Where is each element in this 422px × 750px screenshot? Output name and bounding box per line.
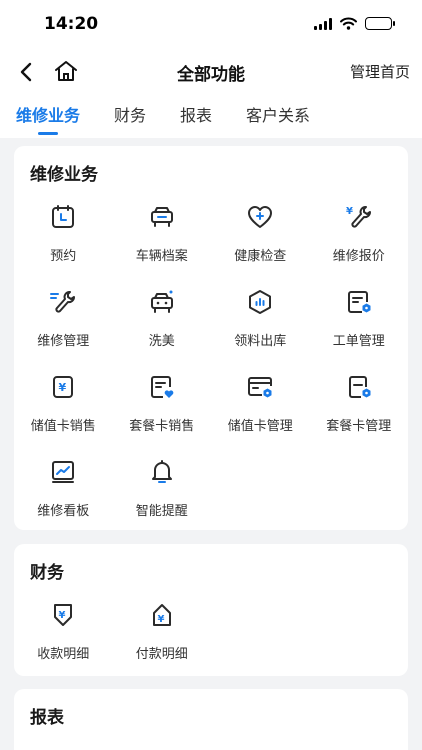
- item-car-wash[interactable]: 洗美: [113, 283, 212, 354]
- top-header: 14:20 全部功能 管理首页 维修业务 财务 报表 客户关系: [0, 0, 422, 138]
- item-payment-details[interactable]: ¥ 付款明细: [113, 596, 212, 667]
- item-label: 付款明细: [135, 647, 188, 662]
- item-label: 工单管理: [332, 334, 385, 349]
- svg-text:¥: ¥: [59, 381, 67, 394]
- item-label: 健康检查: [234, 249, 287, 264]
- section-title: 报表: [30, 708, 64, 728]
- item-stored-value-card-sales[interactable]: ¥ 储值卡销售: [14, 368, 113, 439]
- manage-home-link[interactable]: 管理首页: [350, 61, 410, 82]
- status-time: 14:20: [44, 14, 99, 34]
- battery-icon: [365, 17, 395, 30]
- item-repair-dashboard[interactable]: 维修看板: [14, 453, 113, 524]
- hexagon-chart-icon: [245, 287, 275, 317]
- section-title: 维修业务: [30, 165, 98, 185]
- item-stored-value-card-management[interactable]: 储值卡管理: [211, 368, 310, 439]
- wrench-lines-icon: [48, 287, 78, 317]
- finance-grid: ¥ 收款明细 ¥ 付款明细: [14, 596, 408, 667]
- item-label: 套餐卡管理: [326, 419, 392, 434]
- receive-yen-icon: ¥: [48, 600, 78, 630]
- item-label: 维修管理: [37, 334, 90, 349]
- calendar-icon: [48, 202, 78, 232]
- doc-hexagon-icon: [344, 287, 374, 317]
- item-label: 预约: [50, 249, 77, 264]
- item-label: 储值卡管理: [227, 419, 293, 434]
- item-receipt-details[interactable]: ¥ 收款明细: [14, 596, 113, 667]
- navbar: 全部功能 管理首页: [0, 50, 422, 94]
- repair-grid: 预约 车辆档案 健康检查 ¥ 维修报价 维修管理 洗美 领料出库 工单管理 ¥ …: [14, 198, 408, 524]
- section-title: 财务: [30, 563, 64, 583]
- item-label: 领料出库: [234, 334, 287, 349]
- tab-finance[interactable]: 财务: [114, 94, 146, 138]
- item-work-order-management[interactable]: 工单管理: [310, 283, 409, 354]
- heart-plus-icon: [245, 202, 275, 232]
- wrench-yen-icon: ¥: [344, 202, 374, 232]
- item-package-card-sales[interactable]: 套餐卡销售: [113, 368, 212, 439]
- car-icon: [147, 202, 177, 232]
- item-repair-quote[interactable]: ¥ 维修报价: [310, 198, 409, 269]
- finance-section: 财务 ¥ 收款明细 ¥ 付款明细: [14, 544, 408, 676]
- car-sparkle-icon: [147, 287, 177, 317]
- item-label: 智能提醒: [135, 504, 188, 519]
- tab-bar: 维修业务 财务 报表 客户关系: [0, 94, 422, 138]
- item-smart-reminder[interactable]: 智能提醒: [113, 453, 212, 524]
- dashboard-chart-icon: [48, 457, 78, 487]
- item-label: 维修报价: [332, 249, 385, 264]
- pay-yen-icon: ¥: [147, 600, 177, 630]
- tab-report[interactable]: 报表: [180, 94, 212, 138]
- bell-icon: [147, 457, 177, 487]
- item-label: 储值卡销售: [30, 419, 96, 434]
- item-label: 收款明细: [37, 647, 90, 662]
- wifi-icon: [340, 17, 357, 30]
- status-icons: [314, 17, 395, 30]
- signal-icon: [314, 17, 332, 30]
- tab-customer-relations[interactable]: 客户关系: [246, 94, 310, 138]
- item-appointment[interactable]: 预约: [14, 198, 113, 269]
- report-section: 报表: [14, 689, 408, 750]
- svg-text:¥: ¥: [157, 614, 164, 625]
- item-material-issue[interactable]: 领料出库: [211, 283, 310, 354]
- svg-text:¥: ¥: [59, 610, 66, 621]
- item-label: 洗美: [148, 334, 175, 349]
- yen-card-icon: ¥: [48, 372, 78, 402]
- repair-section: 维修业务 预约 车辆档案 健康检查 ¥ 维修报价 维修管理 洗美 领料出库 工单…: [14, 146, 408, 530]
- item-package-card-management[interactable]: 套餐卡管理: [310, 368, 409, 439]
- status-bar: 14:20: [0, 0, 422, 50]
- doc-heart-icon: [147, 372, 177, 402]
- item-label: 套餐卡销售: [129, 419, 195, 434]
- package-card-hexagon-icon: [344, 372, 374, 402]
- item-repair-management[interactable]: 维修管理: [14, 283, 113, 354]
- tab-repair[interactable]: 维修业务: [16, 94, 80, 138]
- item-label: 车辆档案: [135, 249, 188, 264]
- item-health-check[interactable]: 健康检查: [211, 198, 310, 269]
- card-hexagon-icon: [245, 372, 275, 402]
- svg-text:¥: ¥: [346, 206, 353, 217]
- item-label: 维修看板: [37, 504, 90, 519]
- item-vehicle-records[interactable]: 车辆档案: [113, 198, 212, 269]
